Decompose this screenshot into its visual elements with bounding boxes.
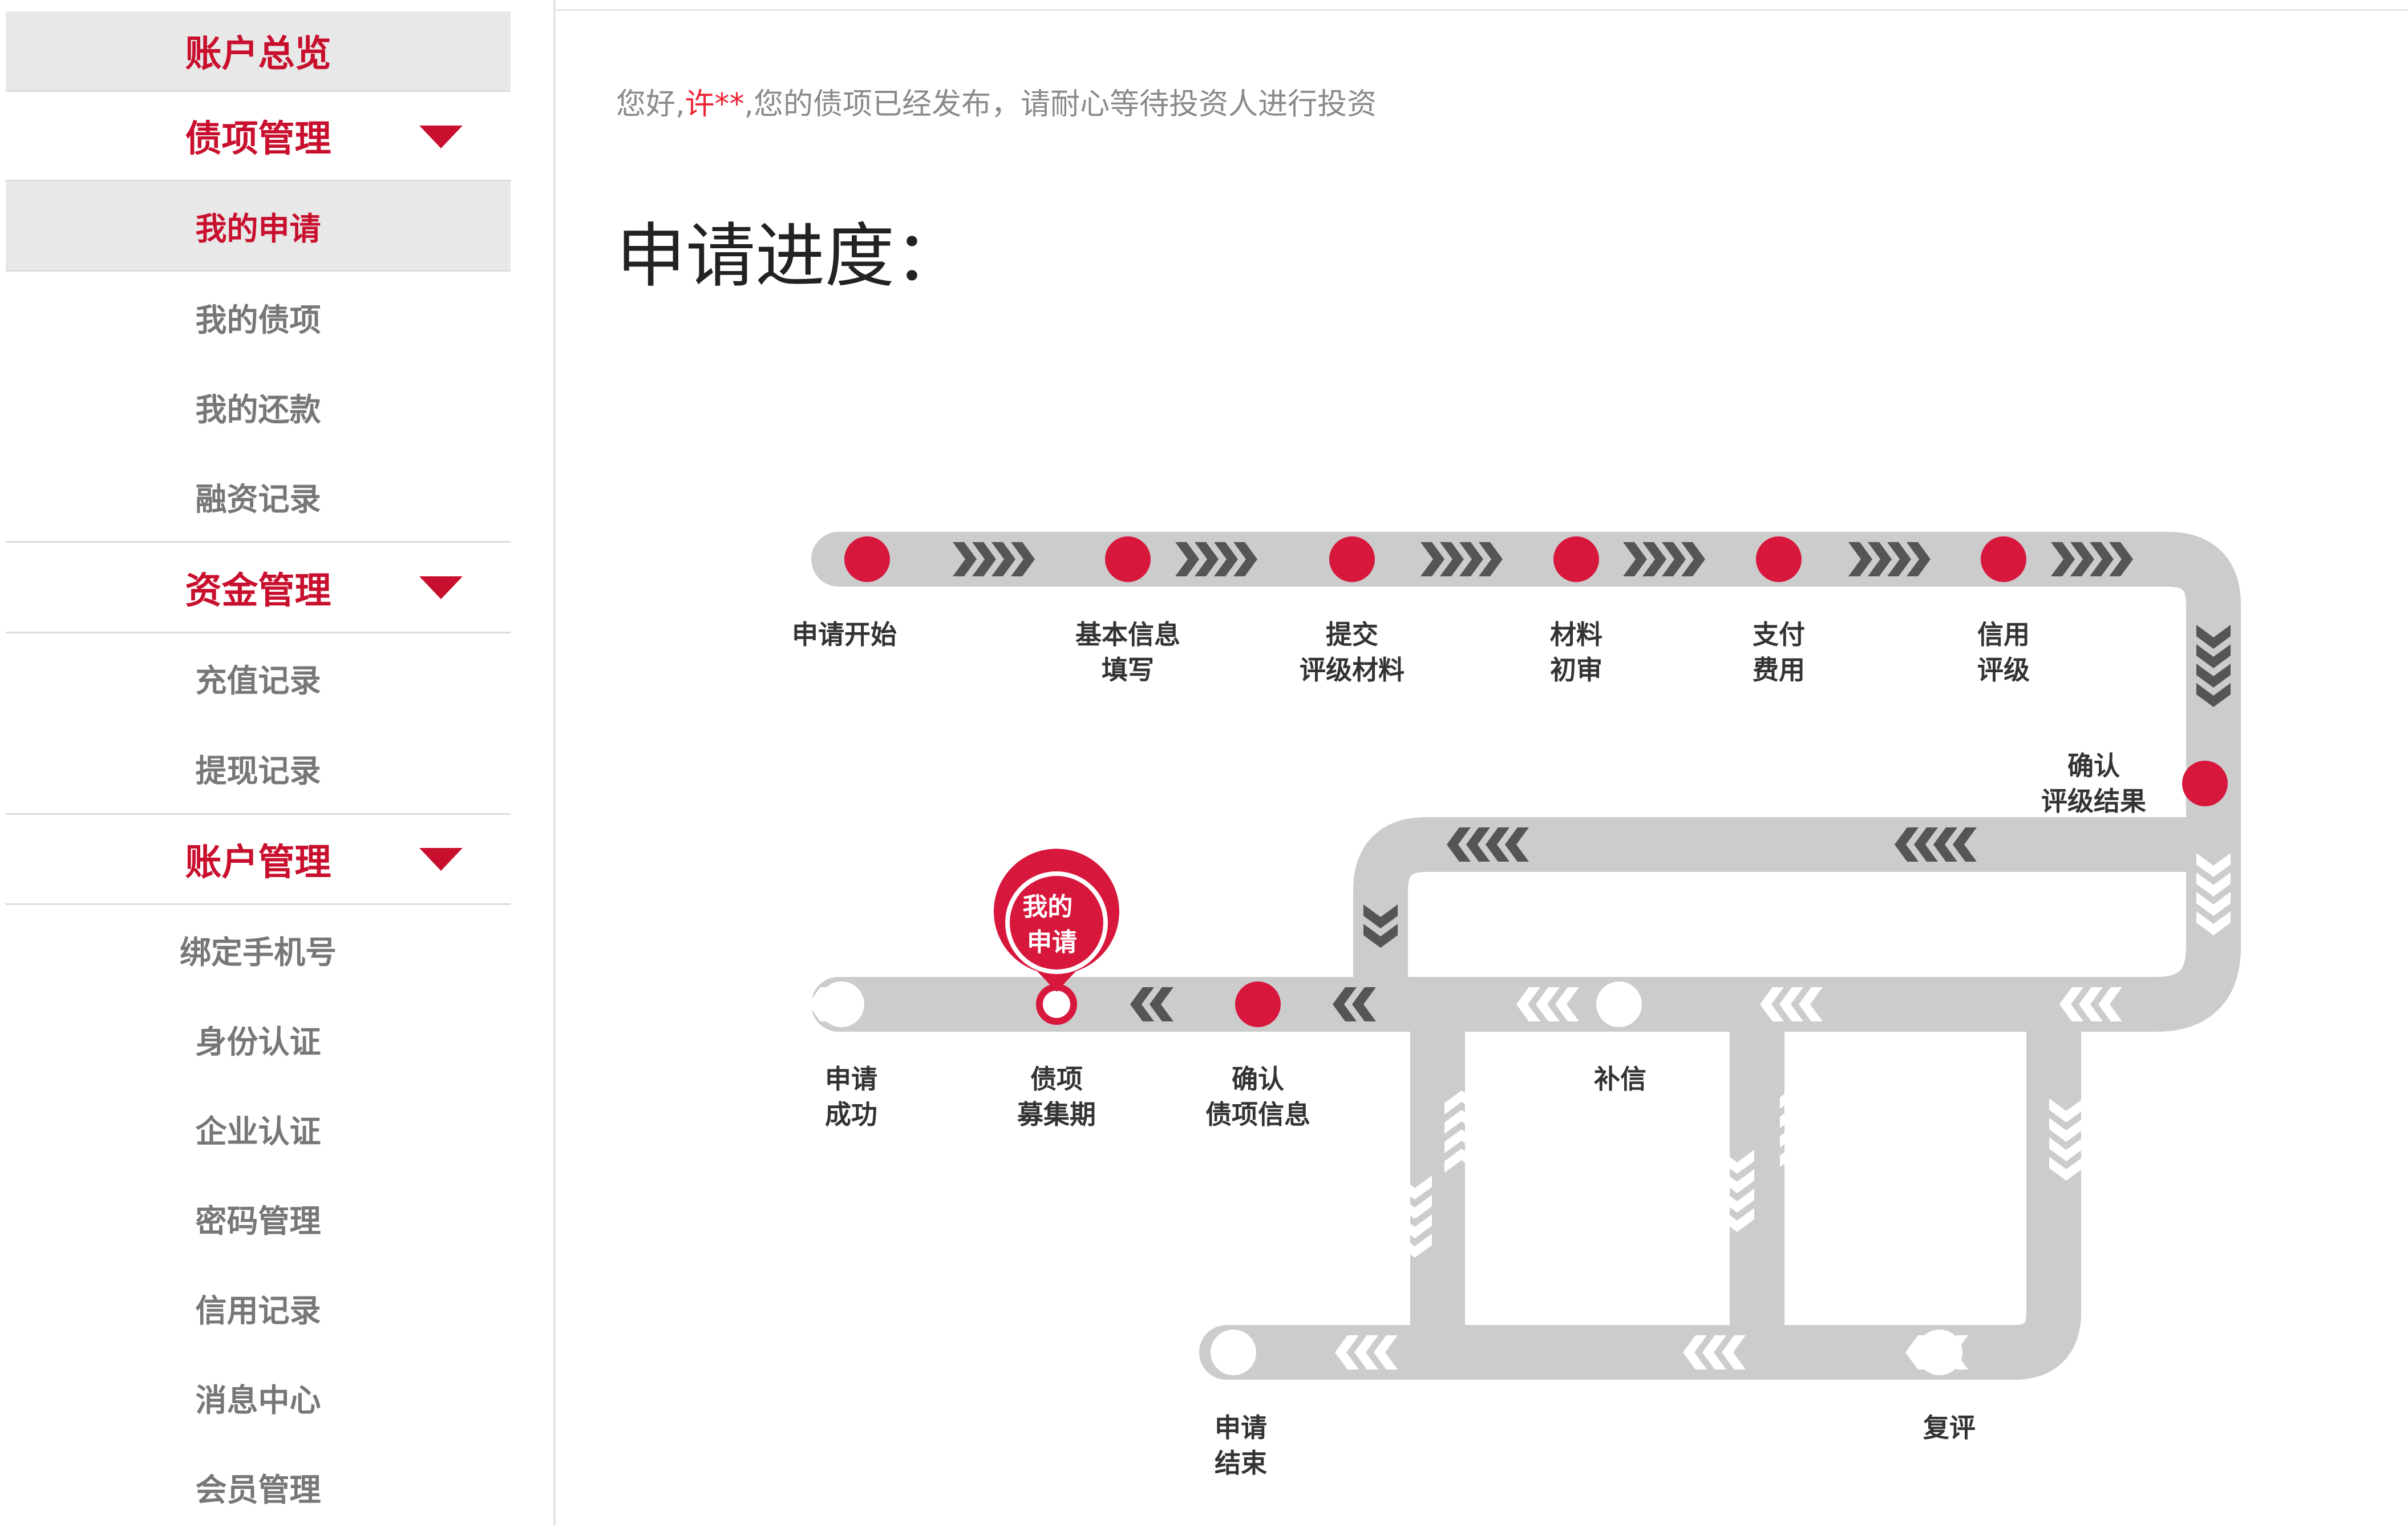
user-name: 许** <box>685 87 744 122</box>
arrow-up-icon <box>1780 1085 1814 1167</box>
label-fundraising-2: 募集期 <box>1017 1099 1096 1130</box>
marker-label-line2: 申请 <box>1027 928 1077 957</box>
svg-text:支付费用: 支付费用 <box>1753 619 1805 685</box>
node-apply-end <box>1211 1330 1256 1375</box>
svg-text:基本信息填写: 基本信息填写 <box>1075 619 1180 685</box>
greeting-prefix: 您好, <box>616 87 685 122</box>
sidebar-item-enterprise-auth[interactable]: 企业认证 <box>6 1084 511 1173</box>
divider <box>6 270 511 272</box>
node-pay-fee <box>1756 536 1802 582</box>
current-position-marker: 我的 申请 <box>994 849 1119 992</box>
divider <box>6 541 511 543</box>
node-credit-rating <box>1981 536 2026 582</box>
node-fundraising <box>1036 984 1077 1025</box>
svg-text:申请结束: 申请结束 <box>1215 1412 1267 1479</box>
sidebar-item-financing-record[interactable]: 融资记录 <box>6 452 511 540</box>
label-pay-fee-2: 费用 <box>1753 655 1805 685</box>
label-submit-rating-2: 评级材料 <box>1300 655 1405 685</box>
label-confirm-debt-2: 债项信息 <box>1205 1099 1310 1130</box>
label-initial-review-2: 初审 <box>1550 655 1602 685</box>
sidebar-item-my-application[interactable]: 我的申请 <box>6 181 511 270</box>
node-basic-info <box>1105 536 1151 582</box>
sidebar-item-my-repayment[interactable]: 我的还款 <box>6 362 511 451</box>
node-submit-rating <box>1329 536 1375 582</box>
label-basic-info-2: 填写 <box>1102 655 1154 685</box>
label-confirm-rating-1: 确认 <box>2067 750 2120 781</box>
greeting-message: 您好,许**,您的债项已经发布，请耐心等待投资人进行投资 <box>616 80 1377 123</box>
svg-text:申请开始: 申请开始 <box>792 619 897 650</box>
sidebar-item-password[interactable]: 密码管理 <box>6 1174 511 1262</box>
sidebar-item-overview[interactable]: 账户总览 <box>6 11 511 90</box>
svg-text:确认评级结果: 确认评级结果 <box>2041 750 2146 817</box>
label-confirm-rating-2: 评级结果 <box>2041 786 2146 817</box>
node-confirm-debt-info <box>1235 981 1281 1027</box>
caret-down-icon[interactable] <box>419 576 463 599</box>
sidebar-item-recharge-record[interactable]: 充值记录 <box>6 633 511 722</box>
label-supplement: 补信 <box>1594 1064 1646 1094</box>
label-apply-success-2: 成功 <box>825 1099 877 1130</box>
node-re-rating <box>1917 1330 1962 1375</box>
marker-label-line1: 我的 <box>1022 892 1073 922</box>
svg-text:复评: 复评 <box>1923 1412 1976 1443</box>
sidebar-item-my-debt[interactable]: 我的债项 <box>6 273 511 361</box>
label-apply-start: 申请开始 <box>792 619 897 650</box>
progress-title: 申请进度： <box>616 216 964 297</box>
node-supplement <box>1596 981 1642 1027</box>
sidebar-item-withdraw-record[interactable]: 提现记录 <box>6 724 511 812</box>
node-initial-review <box>1553 536 1599 582</box>
sidebar-item-messages[interactable]: 消息中心 <box>6 1353 511 1441</box>
label-apply-success-1: 申请 <box>825 1064 877 1094</box>
svg-text:材料初审: 材料初审 <box>1550 619 1602 685</box>
label-basic-info-1: 基本信息 <box>1075 619 1180 650</box>
label-initial-review-1: 材料 <box>1550 619 1602 650</box>
label-fundraising-1: 债项 <box>1030 1064 1083 1094</box>
svg-text:信用评级: 信用评级 <box>1977 619 2030 685</box>
svg-text:债项募集期: 债项募集期 <box>1017 1064 1096 1130</box>
sidebar-item-bind-phone[interactable]: 绑定手机号 <box>6 905 511 993</box>
label-apply-end-1: 申请 <box>1215 1412 1267 1443</box>
sidebar-item-membership[interactable]: 会员管理 <box>6 1443 511 1531</box>
label-apply-end-2: 结束 <box>1215 1448 1267 1479</box>
node-apply-start <box>844 536 890 582</box>
label-pay-fee-1: 支付 <box>1753 619 1805 650</box>
label-submit-rating-1: 提交 <box>1326 619 1378 650</box>
svg-text:提交评级材料: 提交评级材料 <box>1300 619 1405 685</box>
svg-text:确认债项信息: 确认债项信息 <box>1205 1064 1310 1130</box>
node-confirm-rating <box>2182 761 2228 806</box>
sidebar: 账户总览 债项管理 我的申请 我的债项 我的还款 融资记录 资金管理 充值记录 … <box>0 0 556 1525</box>
greeting-text: ,您的债项已经发布，请耐心等待投资人进行投资 <box>744 87 1377 122</box>
label-re-rating: 复评 <box>1923 1412 1976 1443</box>
caret-down-icon[interactable] <box>419 126 463 148</box>
svg-text:申请成功: 申请成功 <box>825 1064 877 1130</box>
sidebar-item-credit-record[interactable]: 信用记录 <box>6 1263 511 1352</box>
progress-diagram: 我的 申请 申请开始 基本信息填写 提交评级材料 材料初审 支付费用 信用评级 … <box>788 532 2241 1479</box>
label-credit-rating-2: 评级 <box>1977 655 2030 685</box>
caret-down-icon[interactable] <box>419 848 463 871</box>
label-confirm-debt-1: 确认 <box>1232 1064 1284 1094</box>
node-apply-success <box>819 981 864 1027</box>
sidebar-divider <box>553 0 556 1525</box>
label-credit-rating-1: 信用 <box>1977 619 2030 650</box>
svg-text:补信: 补信 <box>1594 1064 1646 1094</box>
sidebar-item-identity-auth[interactable]: 身份认证 <box>6 995 511 1083</box>
